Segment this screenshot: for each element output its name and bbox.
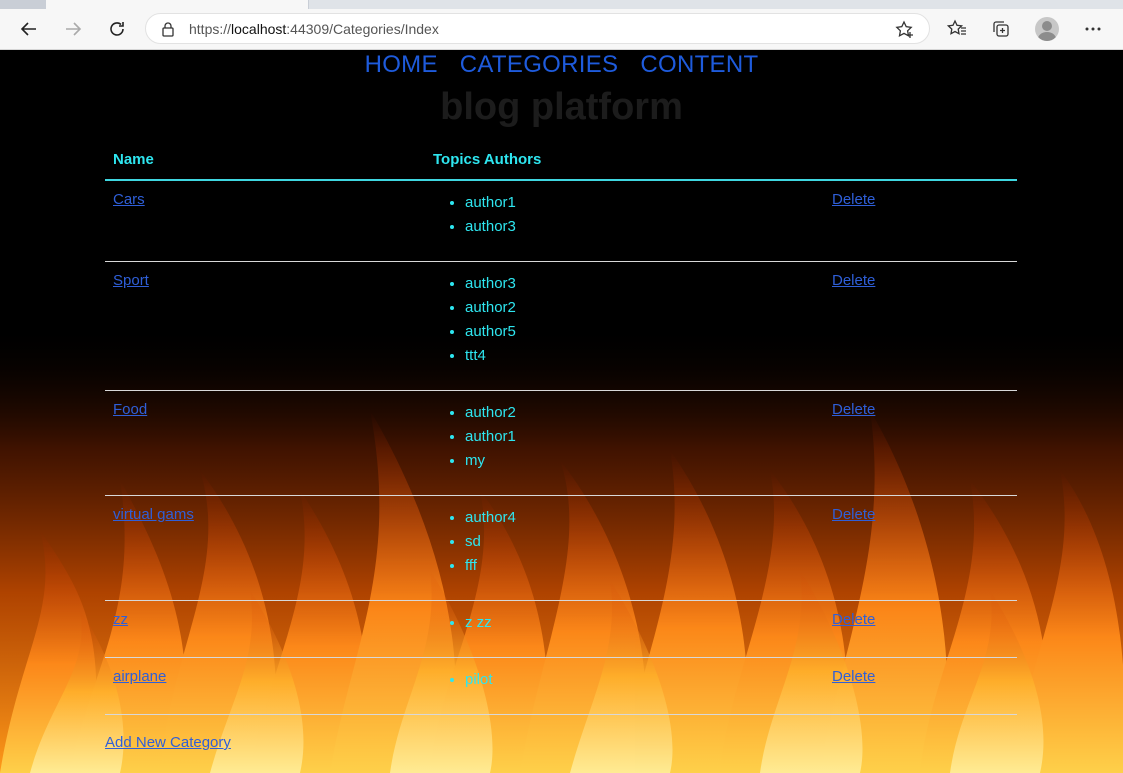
author-item: z zz xyxy=(465,611,492,635)
categories-table: Name Topics Authors Cars author1 author3… xyxy=(105,145,1017,715)
more-options-button[interactable] xyxy=(1078,14,1108,44)
top-nav: HOME CATEGORIES CONTENT xyxy=(0,50,1123,82)
lock-icon xyxy=(162,22,174,37)
author-item: fff xyxy=(465,554,516,578)
category-link[interactable]: virtual gams xyxy=(113,506,194,523)
author-item: author1 xyxy=(465,425,516,449)
category-link[interactable]: zz xyxy=(113,611,128,628)
author-item: author4 xyxy=(465,506,516,530)
tab-inactive[interactable] xyxy=(0,0,46,9)
author-item: author2 xyxy=(465,296,516,320)
collections-icon xyxy=(993,21,1009,37)
table-row: airplane pilot Delete xyxy=(105,658,1017,715)
delete-link[interactable]: Delete xyxy=(832,611,875,628)
delete-link[interactable]: Delete xyxy=(832,191,875,208)
delete-link[interactable]: Delete xyxy=(832,272,875,289)
forward-button[interactable] xyxy=(58,14,88,44)
table-row: zz z zz Delete xyxy=(105,601,1017,658)
nav-categories-link[interactable]: CATEGORIES xyxy=(460,50,619,82)
author-item: my xyxy=(465,449,516,473)
column-header-name: Name xyxy=(113,151,154,168)
refresh-icon xyxy=(110,22,124,36)
table-row: virtual gams author4 sd fff Delete xyxy=(105,496,1017,601)
url-text[interactable]: https://localhost:44309/Categories/Index xyxy=(189,21,439,37)
table-row: Cars author1 author3 Delete xyxy=(105,181,1017,262)
authors-list: author4 sd fff xyxy=(432,506,516,578)
add-favorite-icon[interactable] xyxy=(895,20,915,40)
category-link[interactable]: Sport xyxy=(113,272,149,289)
authors-list: z zz xyxy=(432,611,492,635)
profile-avatar[interactable] xyxy=(1035,17,1059,41)
category-link[interactable]: Cars xyxy=(113,191,145,208)
page-content: HOME CATEGORIES CONTENT blog platform Na… xyxy=(0,50,1123,773)
authors-list: author1 author3 xyxy=(432,191,516,239)
refresh-button[interactable] xyxy=(102,14,132,44)
delete-link[interactable]: Delete xyxy=(832,668,875,685)
author-item: pilot xyxy=(465,668,493,692)
favorites-button[interactable] xyxy=(942,14,972,44)
browser-toolbar: https://localhost:44309/Categories/Index xyxy=(0,9,1123,50)
delete-link[interactable]: Delete xyxy=(832,401,875,418)
favorites-icon xyxy=(947,19,966,35)
address-bar[interactable]: https://localhost:44309/Categories/Index xyxy=(145,13,930,44)
author-item: author3 xyxy=(465,215,516,239)
table-row: Food author2 author1 my Delete xyxy=(105,391,1017,496)
more-options-icon xyxy=(1085,27,1101,31)
author-item: author2 xyxy=(465,401,516,425)
authors-list: author3 author2 author5 ttt4 xyxy=(432,272,516,368)
authors-list: author2 author1 my xyxy=(432,401,516,473)
author-item: ttt4 xyxy=(465,344,516,368)
back-button[interactable] xyxy=(14,14,44,44)
back-arrow-icon xyxy=(20,22,36,36)
column-header-topics-authors: Topics Authors xyxy=(433,151,542,168)
table-header: Name Topics Authors xyxy=(105,145,1017,181)
category-link[interactable]: Food xyxy=(113,401,147,418)
author-item: sd xyxy=(465,530,516,554)
forward-arrow-icon xyxy=(66,22,82,36)
collections-button[interactable] xyxy=(986,14,1016,44)
site-brand-title: blog platform xyxy=(440,86,683,128)
nav-home-link[interactable]: HOME xyxy=(365,50,438,82)
delete-link[interactable]: Delete xyxy=(832,506,875,523)
author-item: author1 xyxy=(465,191,516,215)
author-item: author3 xyxy=(465,272,516,296)
category-link[interactable]: airplane xyxy=(113,668,166,685)
nav-content-link[interactable]: CONTENT xyxy=(640,50,758,82)
tab-active[interactable] xyxy=(46,0,309,9)
authors-list: pilot xyxy=(432,668,493,692)
add-new-category-link[interactable]: Add New Category xyxy=(105,734,231,751)
page-viewport: HOME CATEGORIES CONTENT blog platform Na… xyxy=(0,50,1123,773)
table-row: Sport author3 author2 author5 ttt4 Delet… xyxy=(105,262,1017,391)
tab-strip xyxy=(0,0,1123,9)
author-item: author5 xyxy=(465,320,516,344)
